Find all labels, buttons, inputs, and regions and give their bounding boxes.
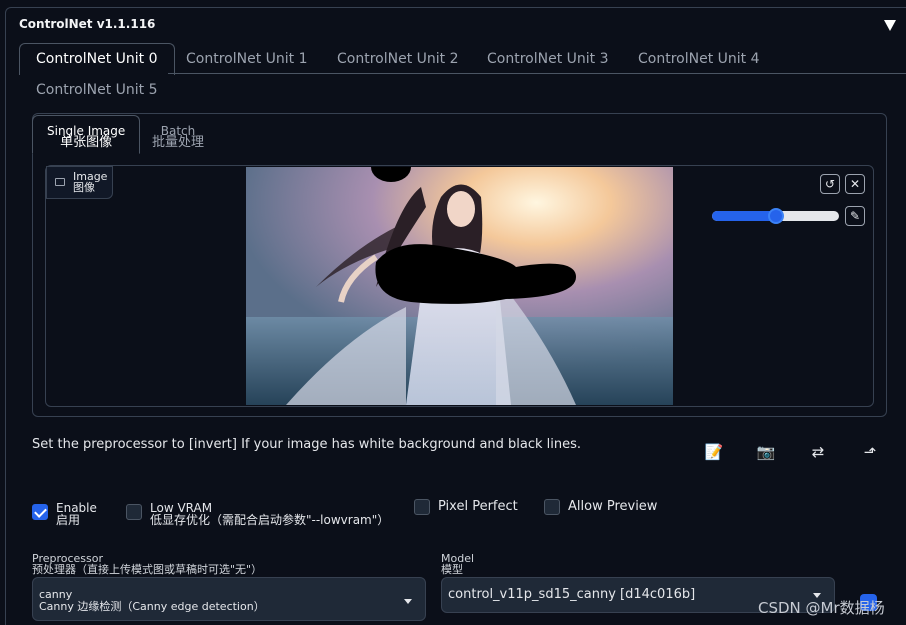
pixel-perfect-checkbox[interactable] — [414, 499, 430, 515]
low-vram-label-zh: 低显存优化（需配合启动参数"--lowvram"） — [150, 513, 390, 527]
notepad-icon[interactable]: 📝 — [704, 443, 724, 461]
tab-batch[interactable]: Batch 批量处理 — [152, 125, 204, 149]
enable-checkbox[interactable] — [32, 504, 48, 520]
brush-icon[interactable]: ✎ — [845, 206, 865, 226]
image-icon — [55, 178, 65, 186]
enable-label: Enable 启用 — [56, 502, 97, 526]
brush-size-slider-thumb[interactable] — [767, 208, 784, 224]
collapse-triangle-icon[interactable] — [884, 20, 896, 31]
image-label-zh: 图像 — [73, 181, 95, 194]
uploaded-image — [246, 167, 673, 405]
allow-preview-label: Allow Preview — [568, 499, 658, 514]
preprocessor-hint: Set the preprocessor to [invert] If your… — [32, 437, 582, 452]
preprocessor-value: canny — [39, 588, 73, 601]
brush-size-slider[interactable] — [712, 208, 839, 224]
image-label: Image 图像 — [46, 166, 113, 199]
model-label-zh: 模型 — [441, 563, 463, 576]
brush-size-slider-fill — [712, 211, 776, 221]
tab-unit-5[interactable]: ControlNet Unit 5 — [36, 82, 158, 98]
model-label: Model 模型 — [441, 553, 474, 575]
tab-single-image-zh: 单张图像 — [60, 135, 113, 150]
model-value: control_v11p_sd15_canny [d14c016b] — [448, 587, 696, 602]
send-dimensions-icon[interactable]: ⬏ — [860, 443, 880, 461]
tab-single-image[interactable]: Single Image 单张图像 — [32, 115, 141, 154]
pixel-perfect-label: Pixel Perfect — [438, 499, 518, 514]
close-icon[interactable]: ✕ — [845, 174, 865, 194]
tab-unit-1[interactable]: ControlNet Unit 1 — [186, 51, 308, 67]
tab-divider — [168, 73, 906, 74]
preprocessor-dropdown[interactable]: canny Canny 边缘检测（Canny edge detection） — [32, 577, 426, 621]
preprocessor-label-zh: 预处理器（直接上传模式图或草稿时可选"无"） — [32, 563, 263, 576]
tab-unit-0[interactable]: ControlNet Unit 0 — [19, 43, 175, 75]
watermark: CSDN @Mr数据杨 — [758, 599, 885, 617]
allow-preview-checkbox[interactable] — [544, 499, 560, 515]
tab-unit-4[interactable]: ControlNet Unit 4 — [638, 51, 760, 67]
camera-icon[interactable]: 📷 — [756, 443, 776, 461]
low-vram-checkbox[interactable] — [126, 504, 142, 520]
tab-unit-2[interactable]: ControlNet Unit 2 — [337, 51, 459, 67]
chevron-down-icon — [404, 599, 412, 604]
tab-batch-zh: 批量处理 — [152, 135, 205, 150]
preprocessor-label: Preprocessor 预处理器（直接上传模式图或草稿时可选"无"） — [32, 553, 262, 575]
tab-unit-3[interactable]: ControlNet Unit 3 — [487, 51, 609, 67]
low-vram-label: Low VRAM 低显存优化（需配合启动参数"--lowvram"） — [150, 502, 389, 526]
swap-icon[interactable]: ⇄ — [808, 443, 828, 461]
enable-label-zh: 启用 — [56, 513, 81, 527]
preprocessor-value-desc: Canny 边缘检测（Canny edge detection） — [39, 600, 265, 613]
reset-icon[interactable]: ↺ — [820, 174, 840, 194]
panel-title: ControlNet v1.1.116 — [19, 17, 156, 31]
